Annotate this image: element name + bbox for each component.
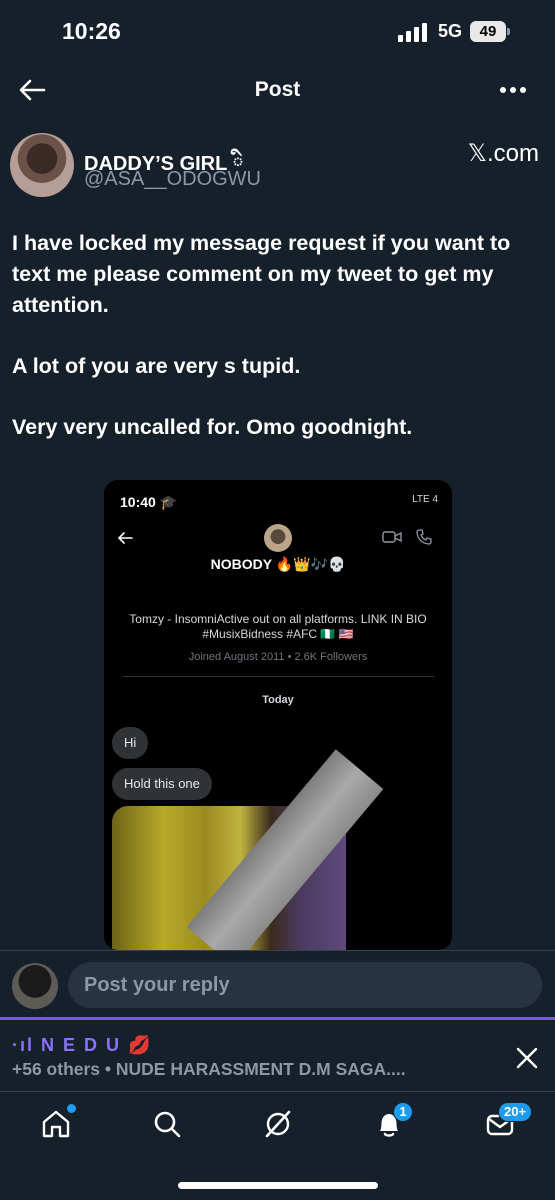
media-profile-name: NOBODY 🔥👑🎶💀 [210,556,346,572]
live-space-bar[interactable]: ·ıl N E D U 💋 +56 others • NUDE HARASSME… [0,1017,555,1091]
post-paragraph: I have locked my message request if you … [12,231,511,317]
media-back-icon [118,532,133,544]
media-date-separator: Today [262,694,294,706]
status-time: 10:26 [62,18,121,44]
messages-badge: 20+ [498,1102,533,1122]
post-text: I have locked my message request if you … [12,228,542,473]
source-label: 𝕏.com [467,140,539,167]
status-bar: 10:26 5G 49 [0,0,555,62]
battery-level: 49 [470,21,506,42]
video-call-icon [382,531,402,543]
tab-home[interactable] [40,1104,76,1140]
message-bubble: Hold this one [112,768,212,800]
tab-grok[interactable] [262,1108,294,1140]
search-icon [154,1111,181,1138]
page-title: Post [254,78,301,101]
battery-icon: 49 [470,21,510,42]
home-unread-dot [67,1104,76,1113]
author-handle[interactable]: @ASA__ODOGWU [84,168,261,191]
media-status-time: 10:40 🎓 [120,494,178,510]
post-author: DADDY’S GIRL ི @ASA__ODOGWU 𝕏.com [10,133,545,199]
more-horizontal-icon[interactable] [495,76,531,104]
media-network: LTE 4 [412,494,438,505]
home-icon [42,1110,70,1138]
grok-icon [265,1110,291,1138]
post-paragraph: A lot of you are very s tupid. [12,354,301,378]
close-icon[interactable] [515,1046,539,1070]
phone-icon [416,529,432,545]
tab-search[interactable] [151,1108,183,1140]
media-joined: Joined August 2011 • 2.6K Followers [188,651,368,663]
media-profile-bio: Tomzy - InsomniActive out on all platfor… [129,612,427,641]
avatar[interactable] [12,963,58,1009]
space-title: ·ıl N E D U 💋 [12,1035,153,1055]
space-subtitle: +56 others • NUDE HARASSMENT D.M SAGA...… [12,1059,406,1079]
avatar[interactable] [10,133,74,197]
network-type: 5G [438,21,463,41]
post-media-image[interactable]: 10:40 🎓 LTE 4 NOBODY 🔥👑🎶💀 Tomzy - Insomn… [104,480,452,950]
reply-composer: Post your reply [0,950,555,1018]
tab-notifications[interactable]: 1 [373,1102,413,1140]
home-indicator[interactable] [178,1182,378,1189]
media-avatar [264,524,292,552]
signal-icon [398,23,427,42]
notifications-badge: 1 [393,1102,413,1122]
divider [122,676,434,677]
tab-messages[interactable]: 20+ [484,1102,533,1140]
reply-placeholder: Post your reply [84,974,230,996]
reply-input[interactable]: Post your reply [68,962,542,1008]
top-navigation: Post [0,62,555,118]
post-paragraph: Very very uncalled for. Omo goodnight. [12,415,413,439]
message-bubble: Hi [112,727,149,759]
